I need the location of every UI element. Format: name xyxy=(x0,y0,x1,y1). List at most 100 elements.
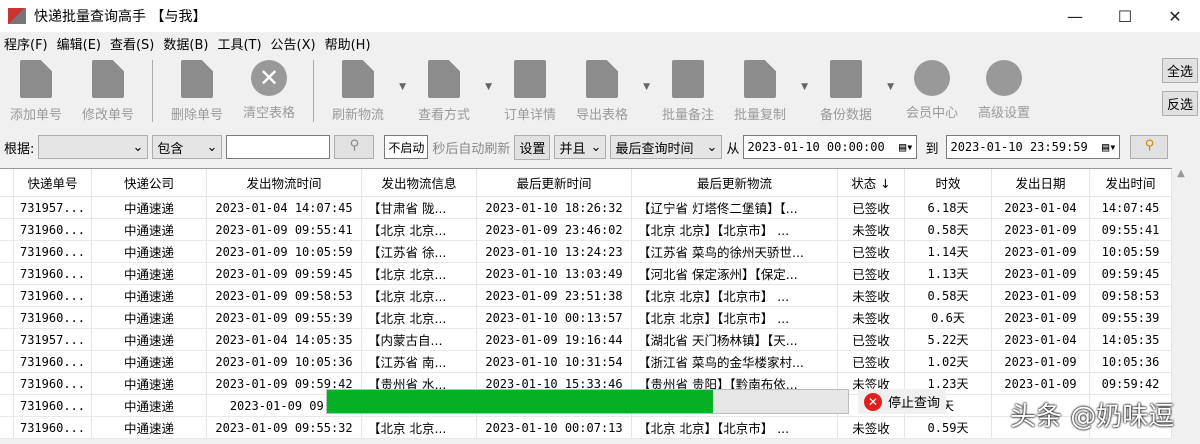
row-selector[interactable] xyxy=(0,241,14,262)
menu-notice[interactable]: 公告(X) xyxy=(271,34,316,53)
scroll-up-icon[interactable]: ▲ xyxy=(1177,168,1185,179)
time-field-select[interactable]: 最后查询时间 ⌄ xyxy=(610,135,723,159)
chevron-down-icon[interactable]: ▼ xyxy=(643,82,650,92)
from-date-picker[interactable]: 2023-01-10 00:00:00 ▤▾ xyxy=(743,135,918,159)
table-row[interactable]: 731957... 中通速递 2023-01-04 14:05:35 【内蒙古自...… xyxy=(0,329,1190,351)
menu-program[interactable]: 程序(F) xyxy=(4,34,48,53)
column-header[interactable]: 状态 ↓ xyxy=(838,169,905,196)
table-cell: 09:59:42 xyxy=(1090,373,1172,394)
table-cell: 2023-01-09 23:51:38 xyxy=(477,285,632,306)
row-selector[interactable] xyxy=(0,395,14,416)
row-selector[interactable] xyxy=(0,329,14,350)
vertical-scrollbar[interactable]: ▲ xyxy=(1172,168,1190,444)
invert-selection-button[interactable]: 反选 xyxy=(1161,91,1198,116)
date-search-button[interactable]: ⚲ xyxy=(1130,135,1169,159)
watermark: 头条 @奶味逗 xyxy=(1010,402,1175,432)
chevron-down-icon[interactable]: ▼ xyxy=(399,82,406,92)
auto-refresh-input[interactable]: 不启动 xyxy=(384,135,429,159)
table-row[interactable]: 731960... 中通速递 2023-01-09 10:05:36 【江苏省 南..… xyxy=(0,351,1190,373)
table-row[interactable]: 731957... 中通速递 2023-01-04 14:07:45 【甘肃省 陇..… xyxy=(0,197,1190,219)
by-label: 根据: xyxy=(4,141,35,157)
value: 2023-01-10 23:59:59 xyxy=(950,140,1088,154)
logic-select[interactable]: 并且 ⌄ xyxy=(554,135,607,159)
column-header[interactable]: 快递公司 xyxy=(92,169,207,196)
table-cell: 【北京 北京】【北京市】 ... xyxy=(632,219,838,240)
table-cell: 2023-01-09 19:16:44 xyxy=(477,329,632,350)
label: 订单详情 xyxy=(503,108,556,123)
table-cell: 【甘肃省 陇... xyxy=(362,197,477,218)
document-icon xyxy=(428,60,460,98)
menu-data[interactable]: 数据(B) xyxy=(163,34,208,53)
table-row[interactable]: 731960... 中通速递 2023-01-09 09:55:41 【北京 北京..… xyxy=(0,219,1190,241)
table-cell: 【北京 北京... xyxy=(362,285,477,306)
column-header[interactable]: 发出时间 xyxy=(1090,169,1172,196)
order-details-button[interactable]: 订单详情 xyxy=(494,60,566,123)
column-header[interactable]: 发出物流时间 xyxy=(207,169,362,196)
table-cell: 未签收 xyxy=(838,307,905,328)
table-cell: 2023-01-09 xyxy=(992,241,1090,262)
backup-data-button[interactable]: 备份数据 ▼ xyxy=(810,60,894,123)
table-row[interactable]: 731960... 中通速递 2023-01-09 10:05:59 【江苏省 徐..… xyxy=(0,241,1190,263)
row-selector[interactable] xyxy=(0,351,14,372)
view-mode-button[interactable]: 查看方式 ▼ xyxy=(408,60,492,123)
row-selector[interactable] xyxy=(0,219,14,240)
menu-help[interactable]: 帮助(H) xyxy=(325,34,371,53)
table-cell: 731957... xyxy=(14,329,92,350)
refresh-logistics-button[interactable]: 刷新物流 ▼ xyxy=(322,60,406,123)
row-selector[interactable] xyxy=(0,307,14,328)
row-selector[interactable] xyxy=(0,417,14,438)
select-all-button[interactable]: 全选 xyxy=(1161,58,1198,83)
from-label: 从 xyxy=(726,141,740,157)
maximize-button[interactable]: ☐ xyxy=(1100,7,1150,26)
table-cell: 731960... xyxy=(14,307,92,328)
chevron-down-icon: ⌄ xyxy=(206,139,218,155)
batch-note-button[interactable]: 批量备注 xyxy=(652,60,724,123)
delete-number-button[interactable]: 删除单号 xyxy=(161,60,233,123)
table-cell: 中通速递 xyxy=(92,197,207,218)
column-header[interactable]: 快递单号 xyxy=(14,169,92,196)
row-selector[interactable] xyxy=(0,373,14,394)
field-select[interactable]: ⌄ xyxy=(38,135,149,159)
match-select[interactable]: 包含 ⌄ xyxy=(152,135,223,159)
column-header[interactable]: 发出日期 xyxy=(992,169,1090,196)
batch-copy-button[interactable]: 批量复制 ▼ xyxy=(724,60,808,123)
edit-number-button[interactable]: 修改单号 xyxy=(72,60,144,123)
table-cell: 0.58天 xyxy=(905,219,992,240)
table-row[interactable]: 731960... 中通速递 2023-01-09 09:55:39 【北京 北京..… xyxy=(0,307,1190,329)
stop-query-button[interactable]: ✕ 停止查询 xyxy=(858,389,947,414)
table-cell: 14:07:45 xyxy=(1090,197,1172,218)
table-cell: 中通速递 xyxy=(92,241,207,262)
keyword-input[interactable] xyxy=(226,135,331,159)
row-selector[interactable] xyxy=(0,263,14,284)
export-table-button[interactable]: 导出表格 ▼ xyxy=(566,60,650,123)
menu-edit[interactable]: 编辑(E) xyxy=(57,34,101,53)
column-header[interactable]: 发出物流信息 xyxy=(362,169,477,196)
table-row[interactable]: 731960... 中通速递 2023-01-09 09:58:53 【北京 北京..… xyxy=(0,285,1190,307)
clear-table-button[interactable]: ✕ 清空表格 xyxy=(233,60,305,121)
table-cell: 【北京 北京】【北京市】 ... xyxy=(632,417,838,438)
advanced-settings-button[interactable]: 高级设置 xyxy=(968,60,1040,121)
settings-button[interactable]: 设置 xyxy=(514,134,551,160)
column-header[interactable]: 最后更新物流 xyxy=(632,169,838,196)
minimize-button[interactable]: — xyxy=(1050,7,1100,26)
menu-view[interactable]: 查看(S) xyxy=(110,34,154,53)
chevron-down-icon[interactable]: ▼ xyxy=(485,82,492,92)
label: 高级设置 xyxy=(977,106,1030,121)
progress-fill xyxy=(327,390,713,413)
add-number-button[interactable]: 添加单号 xyxy=(0,60,72,123)
search-button[interactable]: ⚲ xyxy=(334,135,375,159)
row-selector[interactable] xyxy=(0,197,14,218)
menu-tools[interactable]: 工具(T) xyxy=(217,34,261,53)
member-center-button[interactable]: 会员中心 xyxy=(896,60,968,121)
table-cell: 10:05:59 xyxy=(1090,241,1172,262)
column-header[interactable]: 时效 xyxy=(905,169,992,196)
table-cell: 1.13天 xyxy=(905,263,992,284)
table-row[interactable]: 731960... 中通速递 2023-01-09 09:59:45 【北京 北京..… xyxy=(0,263,1190,285)
close-button[interactable]: ✕ xyxy=(1150,7,1200,26)
to-date-picker[interactable]: 2023-01-10 23:59:59 ▤▾ xyxy=(946,135,1121,159)
label: 修改单号 xyxy=(81,108,134,123)
chevron-down-icon[interactable]: ▼ xyxy=(887,82,894,92)
column-header[interactable]: 最后更新时间 xyxy=(477,169,632,196)
chevron-down-icon[interactable]: ▼ xyxy=(801,82,808,92)
row-selector[interactable] xyxy=(0,285,14,306)
